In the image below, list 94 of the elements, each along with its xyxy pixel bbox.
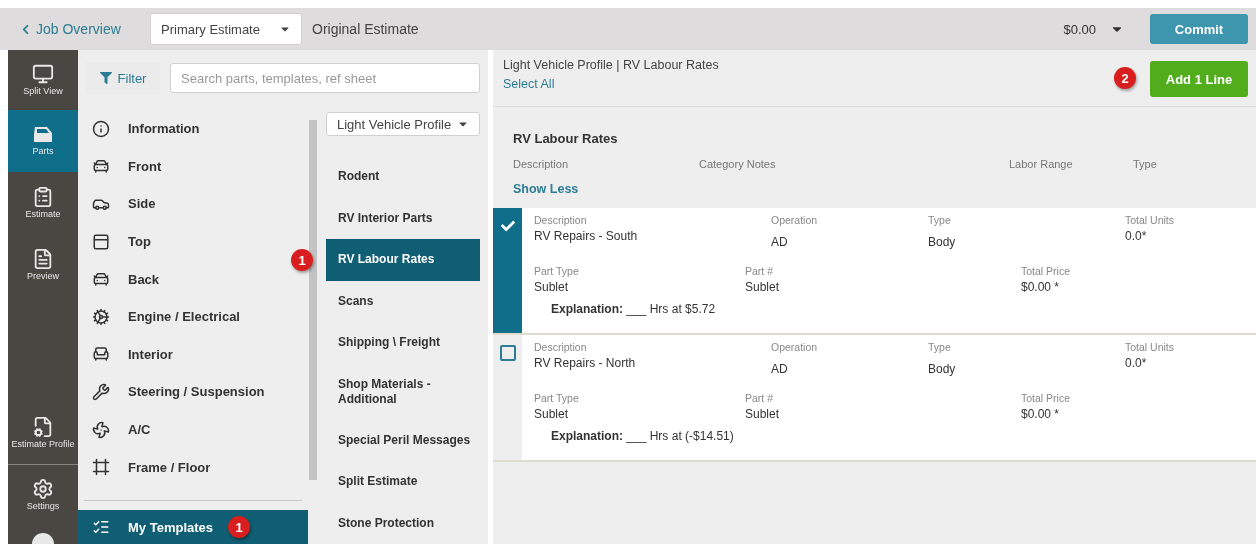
field-value: 0.0*	[1125, 229, 1148, 243]
monitor-icon	[32, 63, 54, 86]
estimate-select[interactable]: Primary Estimate	[150, 13, 302, 45]
rail-item[interactable]: Settings	[8, 465, 78, 525]
rail-item[interactable]: Split View	[8, 50, 78, 110]
section-title: RV Labour Rates	[513, 131, 619, 146]
field-value: AD	[771, 362, 789, 376]
line-checkbox[interactable]	[499, 218, 516, 234]
field-value: AD	[771, 235, 789, 249]
frame-icon	[92, 458, 110, 477]
category-item[interactable]: Steering / Suspension	[78, 373, 278, 411]
field-label: Total Price	[1021, 265, 1072, 277]
field-label: Part Type	[534, 265, 580, 277]
field-label: Description	[534, 341, 588, 353]
column-header: Category Notes	[699, 158, 777, 170]
field-label: Part #	[745, 265, 774, 277]
category-item[interactable]: Frame / Floor	[78, 448, 278, 486]
clipboard-icon	[32, 186, 54, 209]
field-value: Sublet	[745, 407, 781, 421]
subcategory-item[interactable]: Shop Materials - Additional	[326, 363, 480, 420]
field-label: Operation	[771, 341, 819, 353]
car-icon	[92, 157, 110, 176]
field-value: Body	[928, 362, 957, 376]
category-item[interactable]: A/C	[78, 410, 278, 449]
gear-icon	[92, 307, 110, 326]
field-label: Type	[928, 341, 952, 353]
field-value: Sublet	[534, 407, 570, 421]
chevron-left-icon	[20, 23, 31, 35]
step-badge: 2	[1114, 67, 1136, 89]
my-templates-item[interactable]: My Templates 1	[78, 510, 308, 544]
back-link[interactable]: Job Overview	[20, 21, 140, 37]
estimate-name: Original Estimate	[312, 21, 419, 37]
rail-item[interactable]: Estimate Profile	[8, 402, 78, 464]
category-item[interactable]: Back	[78, 260, 278, 298]
field-value: $0.00 *	[1021, 280, 1061, 294]
total-amount: $0.00	[1063, 21, 1096, 37]
step-badge: 1	[228, 516, 250, 538]
explanation-text: Explanation: ___ Hrs at (-$14.51)	[551, 429, 735, 443]
search-field[interactable]: Search parts, templates, ref sheet	[170, 63, 480, 93]
subcategory-item[interactable]: Rodent	[326, 156, 480, 198]
subcategory-item[interactable]: Shipping \ Freight	[326, 322, 480, 364]
seat-icon	[92, 345, 110, 364]
field-label: Total Price	[1021, 392, 1072, 404]
category-item[interactable]: Front	[78, 147, 278, 186]
category-item[interactable]: Engine / Electrical	[78, 297, 278, 336]
avatar-icon[interactable]	[32, 533, 54, 544]
field-label: Description	[534, 214, 588, 226]
subcategory-item[interactable]: Scans	[326, 280, 480, 322]
document-icon	[32, 248, 54, 271]
select-all-link[interactable]: Select All	[503, 77, 555, 91]
profile-select[interactable]: Light Vehicle Profile	[326, 112, 480, 136]
settings-icon	[32, 478, 54, 501]
category-item[interactable]: Interior	[78, 335, 278, 374]
subcategory-item[interactable]: Stone Protection	[326, 502, 480, 544]
field-label: Part Type	[534, 392, 580, 404]
filter-icon	[99, 72, 112, 84]
field-label: Total Units	[1125, 214, 1176, 226]
field-value: RV Repairs - North	[534, 356, 637, 370]
subcategory-item[interactable]: RV Interior Parts	[326, 197, 480, 239]
subcategory-item[interactable]: Special Peril Messages	[326, 419, 480, 461]
show-less-link[interactable]: Show Less	[513, 182, 579, 196]
field-label: Part #	[745, 392, 774, 404]
column-header: Description	[513, 158, 570, 170]
subcategory-item[interactable]: RV Labour Rates	[326, 239, 480, 281]
rail-item[interactable]: Estimate	[8, 172, 78, 234]
subcategory-item[interactable]: Split Estimate	[326, 461, 480, 503]
panel-icon	[92, 232, 110, 251]
column-header: Labor Range	[1009, 158, 1074, 170]
field-label: Total Units	[1125, 341, 1176, 353]
step-badge: 1	[291, 249, 313, 271]
field-value: 0.0*	[1125, 356, 1148, 370]
field-value: Sublet	[534, 280, 570, 294]
field-value: $0.00 *	[1021, 407, 1061, 421]
rail-item[interactable]: Parts	[8, 110, 78, 172]
explanation-text: Explanation: ___ Hrs at $5.72	[551, 302, 717, 316]
list-icon	[92, 518, 110, 536]
field-value: RV Repairs - South	[534, 229, 639, 243]
category-item[interactable]: Side	[78, 185, 278, 223]
field-value: Sublet	[745, 280, 781, 294]
document-gear-icon	[32, 416, 54, 439]
line-checkbox[interactable]	[499, 345, 516, 361]
field-label: Type	[928, 214, 952, 226]
breadcrumb: Light Vehicle Profile | RV Labour Rates	[503, 58, 720, 72]
info-icon	[92, 119, 110, 138]
column-header: Type	[1133, 158, 1158, 170]
filter-button[interactable]: Filter	[86, 62, 160, 94]
category-item[interactable]: Information	[78, 110, 278, 148]
wrench-icon	[92, 382, 110, 401]
field-value: Body	[928, 235, 957, 249]
category-item[interactable]: Top	[78, 222, 278, 261]
car-icon	[92, 270, 110, 289]
rail-item[interactable]: Preview	[8, 234, 78, 296]
field-label: Operation	[771, 214, 819, 226]
fan-icon	[92, 420, 110, 439]
